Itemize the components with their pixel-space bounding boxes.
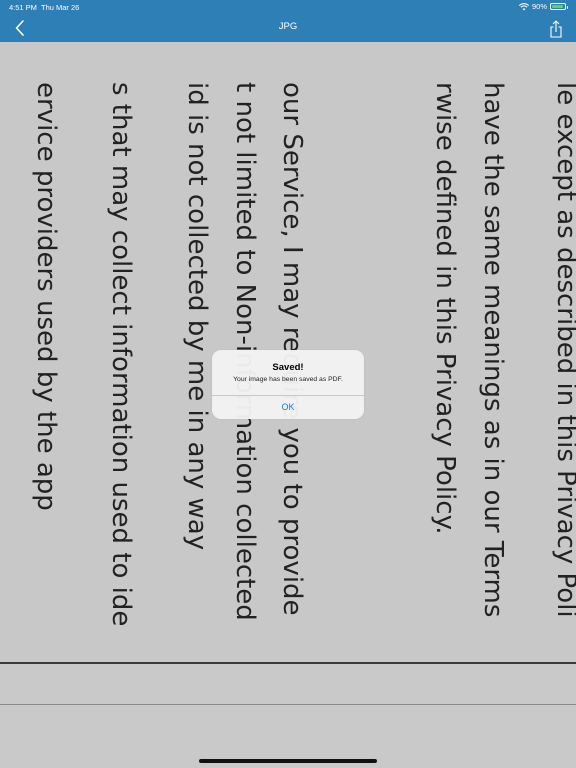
battery-percent: 90% — [531, 2, 547, 11]
wifi-icon — [518, 2, 529, 11]
alert-message: Your image has been saved as PDF. — [233, 376, 343, 383]
document-line: rwise defined in this Privacy Policy. — [430, 82, 460, 535]
battery-fill — [552, 5, 563, 8]
home-indicator[interactable] — [199, 759, 377, 763]
document-line: have the same meanings as in our Terms — [478, 82, 508, 618]
alert-title: Saved! — [272, 362, 304, 373]
bottom-area — [0, 664, 576, 768]
document-line: our Service, I may require you to provid… — [277, 82, 307, 616]
document-line: s that may collect information used to i… — [106, 82, 136, 627]
page-title: JPG — [278, 21, 298, 32]
status-time: 4:51 PM — [9, 3, 37, 12]
saved-alert: Saved! Your image has been saved as PDF.… — [212, 350, 364, 419]
document-line: le except as described in this Privacy P… — [551, 82, 576, 618]
battery-icon — [550, 3, 568, 10]
status-right-group: 90% — [518, 2, 568, 11]
status-date: Thu Mar 26 — [41, 3, 80, 12]
document-line: id is not collected by me in any way — [182, 82, 212, 551]
share-button[interactable] — [548, 19, 564, 39]
ok-button[interactable]: OK — [212, 396, 364, 419]
share-icon — [550, 20, 562, 38]
status-bar: 4:51 PM Thu Mar 26 90% — [0, 0, 576, 14]
document-line: ervice providers used by the app — [31, 82, 61, 511]
navigation-bar: JPG — [0, 14, 576, 42]
divider — [0, 704, 576, 705]
